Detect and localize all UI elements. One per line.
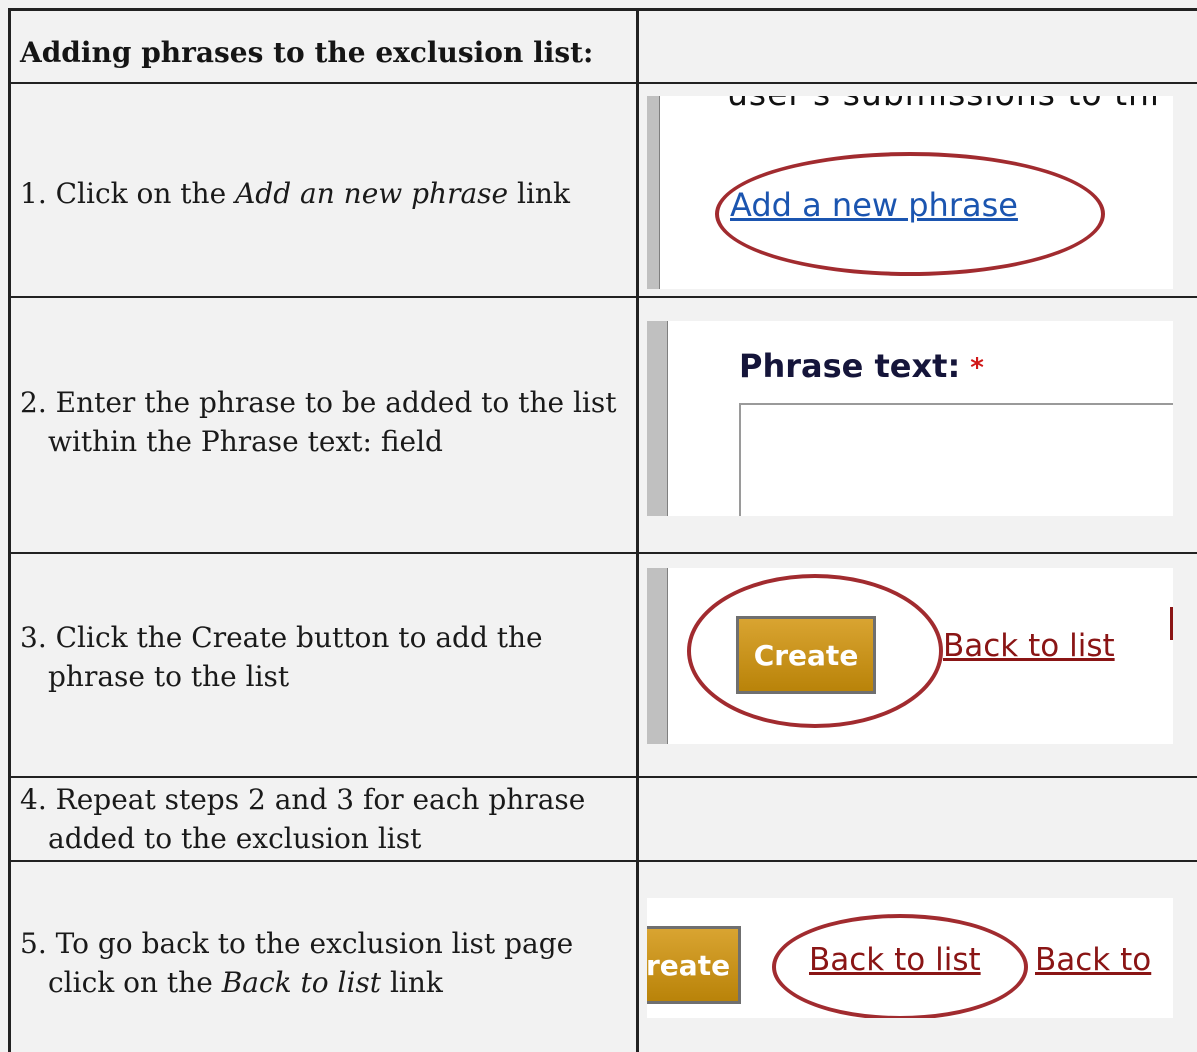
row-divider xyxy=(8,776,1197,778)
highlight-oval xyxy=(715,152,1105,276)
page-gutter xyxy=(647,321,668,516)
step-text: link xyxy=(381,966,443,999)
step-text: link xyxy=(508,177,570,210)
step-2-line: within the Phrase text: field xyxy=(48,425,443,458)
required-marker: * xyxy=(970,353,984,383)
highlight-oval xyxy=(772,914,1028,1018)
step-2-line: 2. Enter the phrase to be added to the l… xyxy=(20,383,616,422)
page-gutter xyxy=(647,568,668,744)
cropped-description-text: user's submissions to thi xyxy=(727,96,1160,113)
screenshot-add-phrase-link: user's submissions to thi Add a new phra… xyxy=(647,96,1173,289)
screenshot-back-to-list-link: reate Back to list Back to xyxy=(647,898,1173,1018)
step-4-line: 4. Repeat steps 2 and 3 for each phrase xyxy=(20,780,585,819)
step-number: 5. xyxy=(20,927,47,960)
step-text: click on the xyxy=(48,966,222,999)
step-number: 3. xyxy=(20,621,47,654)
phrase-text-label: Phrase text: * xyxy=(739,347,984,385)
field-label-text: Phrase text: xyxy=(739,347,961,385)
step-4-instruction: 4. Repeat steps 2 and 3 for each phrase … xyxy=(20,780,585,858)
step-1-instruction: 1. Click on the Add an new phrase link xyxy=(20,174,570,213)
screenshot-phrase-text-field: Phrase text: * xyxy=(647,321,1173,516)
step-3-line: phrase to the list xyxy=(48,660,290,693)
highlight-oval xyxy=(687,574,943,728)
table-border-top xyxy=(8,8,1197,11)
phrase-text-input[interactable] xyxy=(739,403,1173,516)
step-5-instruction: 5. To go back to the exclusion list page… xyxy=(20,924,573,1002)
step-emphasis: Back to list xyxy=(221,966,382,999)
row-divider xyxy=(8,82,1197,84)
step-text: To go back to the exclusion list page xyxy=(55,927,574,960)
back-to-list-link[interactable]: Back to list xyxy=(943,628,1115,664)
step-emphasis: Add an new phrase xyxy=(235,177,509,210)
step-number: 1. xyxy=(20,177,47,210)
step-1-line: 1. Click on the Add an new phrase link xyxy=(20,174,570,213)
cropped-link-fragment xyxy=(1170,607,1173,640)
back-to-link[interactable]: Back to xyxy=(1035,942,1151,978)
screenshot-create-button: Create Back to list xyxy=(647,568,1173,744)
row-divider xyxy=(8,552,1197,554)
step-5-line: click on the Back to list link xyxy=(20,963,573,1002)
row-divider xyxy=(8,860,1197,862)
step-number: 4. xyxy=(20,783,47,816)
create-button-cropped[interactable]: reate xyxy=(647,926,741,1004)
step-number: 2. xyxy=(20,386,47,419)
table-heading: Adding phrases to the exclusion list: xyxy=(20,36,594,69)
step-3-instruction: 3. Click the Create button to add the ph… xyxy=(20,618,543,696)
row-divider xyxy=(8,296,1197,298)
page-gutter xyxy=(647,96,660,289)
step-text: Click on the xyxy=(55,177,236,210)
step-4-line: added to the exclusion list xyxy=(48,822,422,855)
step-2-instruction: 2. Enter the phrase to be added to the l… xyxy=(20,383,616,461)
step-5-line: 5. To go back to the exclusion list page xyxy=(20,924,573,963)
step-text: Enter the phrase to be added to the list xyxy=(55,386,617,419)
step-text: Click the Create button to add the xyxy=(55,621,543,654)
table-column-divider xyxy=(636,8,639,1052)
step-text: Repeat steps 2 and 3 for each phrase xyxy=(55,783,586,816)
step-3-line: 3. Click the Create button to add the xyxy=(20,618,543,657)
table-border-left xyxy=(8,8,11,1052)
